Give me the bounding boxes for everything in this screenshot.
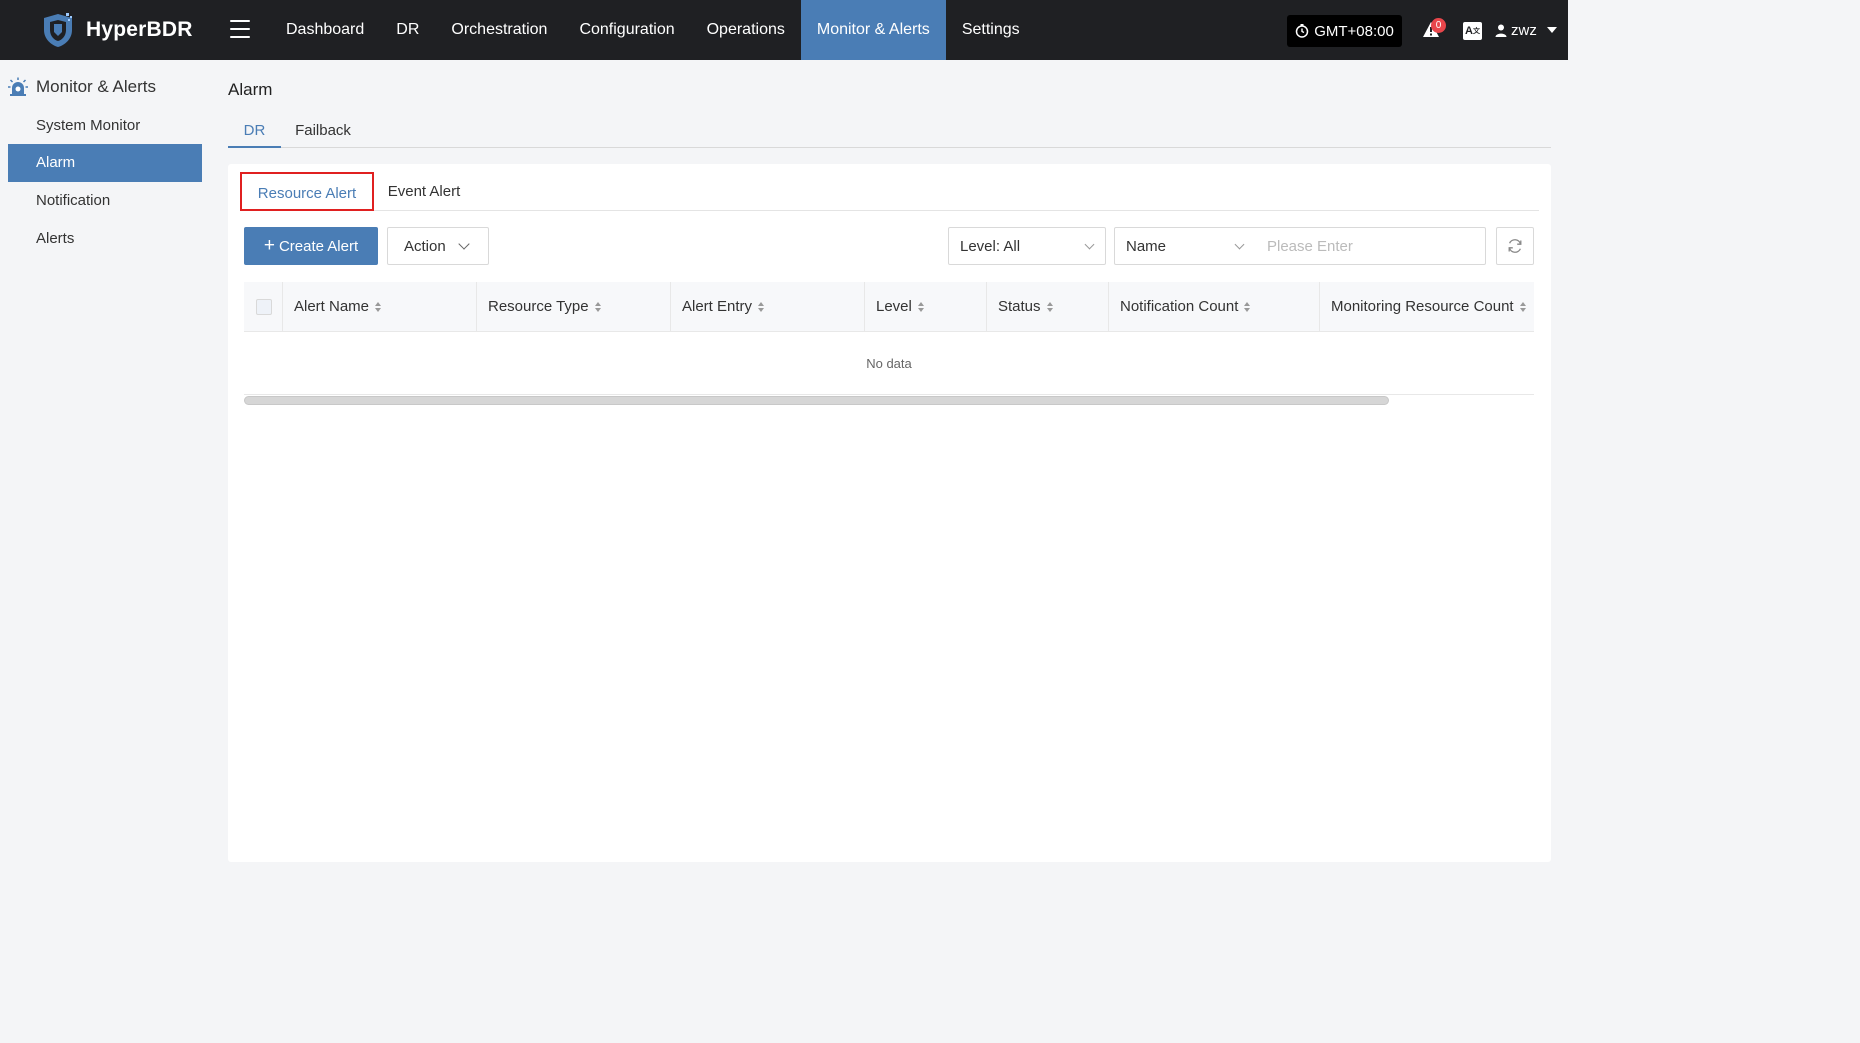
nav-orchestration[interactable]: Orchestration: [435, 0, 563, 60]
refresh-icon: [1508, 239, 1522, 253]
subtab-resource-alert[interactable]: Resource Alert: [240, 172, 374, 211]
create-alert-label: Create Alert: [278, 237, 359, 255]
caret-down-icon: [1546, 27, 1557, 33]
action-dropdown[interactable]: Action: [387, 227, 489, 265]
horizontal-scrollbar[interactable]: [244, 396, 1389, 405]
level-filter-select[interactable]: Level: All: [948, 227, 1106, 265]
sort-icon: [1046, 302, 1053, 312]
empty-state: No data: [244, 332, 1534, 395]
app-name: HyperBDR: [86, 18, 193, 41]
nav-dr[interactable]: DR: [380, 0, 435, 60]
clock-icon: [1295, 24, 1309, 38]
sort-icon: [758, 302, 765, 312]
sidebar-title: Monitor & Alerts: [8, 77, 156, 97]
sidebar-item-notification[interactable]: Notification: [8, 182, 202, 220]
plus-icon: +: [263, 234, 275, 256]
username: zwz: [1511, 21, 1537, 39]
sidebar-title-label: Monitor & Alerts: [36, 77, 156, 96]
translate-icon[interactable]: A文: [1463, 22, 1482, 40]
siren-icon: [8, 77, 28, 96]
timezone-label: GMT+08:00: [1314, 22, 1394, 40]
sidebar-item-system-monitor[interactable]: System Monitor: [8, 107, 202, 145]
search-input[interactable]: [1255, 227, 1486, 265]
nav-configuration[interactable]: Configuration: [563, 0, 690, 60]
search-field-select[interactable]: Name: [1114, 227, 1256, 265]
nav-operations[interactable]: Operations: [691, 0, 801, 60]
column-label: Alert Name: [294, 298, 370, 315]
tab-bar: DR Failback: [228, 113, 1551, 148]
select-all-checkbox[interactable]: [256, 299, 272, 315]
timezone-display[interactable]: GMT+08:00: [1287, 15, 1402, 47]
column-resource-type[interactable]: Resource Type: [476, 282, 601, 332]
nav-dashboard[interactable]: Dashboard: [270, 0, 380, 60]
level-filter-value: Level: All: [960, 237, 1021, 255]
app-logo[interactable]: HyperBDR: [38, 10, 193, 50]
column-monitoring-resource-count[interactable]: Monitoring Resource Count: [1319, 282, 1526, 332]
alert-count-badge: 0: [1431, 18, 1446, 33]
create-alert-button[interactable]: + Create Alert: [244, 227, 378, 265]
column-label: Monitoring Resource Count: [1331, 298, 1514, 315]
shield-logo-icon: [44, 13, 72, 47]
alert-table: Alert Name Resource Type Alert Entry Lev…: [244, 282, 1534, 395]
action-label: Action: [404, 237, 446, 255]
refresh-button[interactable]: [1496, 227, 1534, 265]
chevron-down-icon: [1084, 239, 1095, 250]
tab-failback[interactable]: Failback: [290, 113, 356, 148]
sort-icon: [1519, 302, 1526, 312]
column-label: Resource Type: [488, 298, 589, 315]
sort-icon: [375, 302, 382, 312]
user-icon: [1495, 24, 1507, 37]
sort-icon: [1244, 302, 1251, 312]
user-menu[interactable]: zwz: [1495, 0, 1557, 60]
tab-dr[interactable]: DR: [228, 113, 281, 148]
column-notification-count[interactable]: Notification Count: [1107, 282, 1251, 332]
column-label: Status: [998, 298, 1041, 315]
column-label: Notification Count: [1120, 298, 1239, 315]
sidebar-item-alarm[interactable]: Alarm: [8, 144, 202, 182]
column-label: Level: [876, 298, 912, 315]
column-level[interactable]: Level: [864, 282, 924, 332]
subtab-bar: Resource Alert Event Alert: [240, 172, 1539, 211]
subtab-event-alert[interactable]: Event Alert: [383, 172, 465, 211]
table-header: Alert Name Resource Type Alert Entry Lev…: [244, 282, 1534, 332]
column-label: Alert Entry: [682, 298, 753, 315]
sort-icon: [917, 302, 924, 312]
column-alert-name[interactable]: Alert Name: [281, 282, 382, 332]
search-field-value: Name: [1126, 237, 1167, 255]
nav-monitor-alerts[interactable]: Monitor & Alerts: [800, 0, 946, 60]
page-title: Alarm: [228, 80, 273, 99]
sidebar-item-alerts[interactable]: Alerts: [8, 220, 202, 258]
chevron-down-icon: [458, 238, 470, 250]
nav-settings[interactable]: Settings: [946, 0, 1036, 60]
column-status[interactable]: Status: [986, 282, 1053, 332]
main-nav: Dashboard DR Orchestration Configuration…: [270, 0, 1036, 60]
sort-icon: [594, 302, 601, 312]
alarm-notifications[interactable]: 0: [1421, 18, 1446, 42]
chevron-down-icon: [1234, 239, 1245, 250]
column-alert-entry[interactable]: Alert Entry: [669, 282, 765, 332]
alarm-panel: Resource Alert Event Alert + Create Aler…: [228, 164, 1551, 862]
top-bar: HyperBDR Dashboard DR Orchestration Conf…: [0, 0, 1568, 60]
menu-toggle-icon[interactable]: [230, 20, 250, 38]
